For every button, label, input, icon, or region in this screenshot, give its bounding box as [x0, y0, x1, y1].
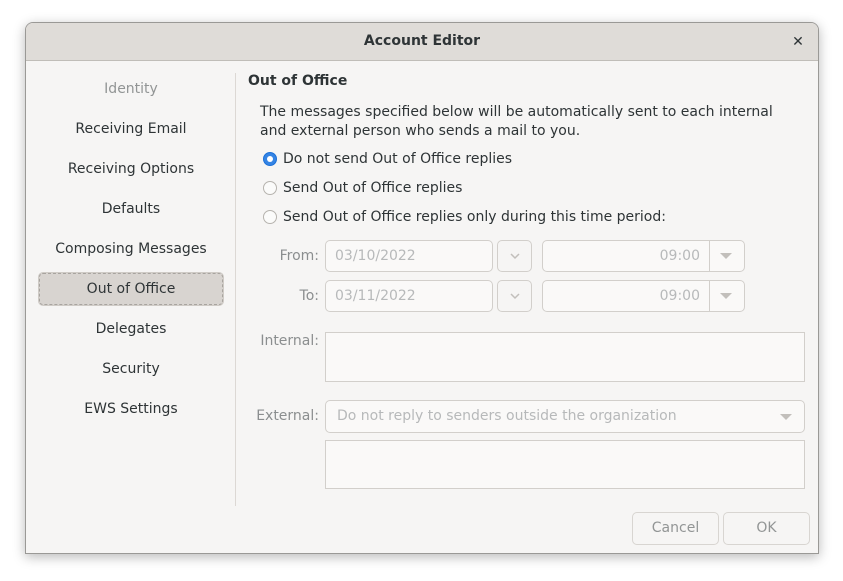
from-label: From: — [279, 248, 319, 264]
account-editor-dialog: Account Editor ✕ Identity Receiving Emai… — [25, 22, 819, 554]
internal-message-textarea[interactable] — [325, 332, 805, 382]
from-time-combo[interactable]: 09:00 — [542, 240, 745, 272]
external-reply-dropdown[interactable]: Do not reply to senders outside the orga… — [325, 400, 805, 433]
radio-label: Send Out of Office replies — [283, 180, 463, 196]
sidebar-item-defaults[interactable]: Defaults — [39, 193, 223, 225]
dropdown-arrow-icon — [720, 253, 732, 259]
cancel-button[interactable]: Cancel — [632, 512, 719, 545]
to-date-dropdown-button[interactable] — [497, 280, 532, 312]
from-date-field[interactable]: 03/10/2022 — [325, 240, 493, 272]
to-label: To: — [299, 288, 319, 304]
sidebar-item-delegates[interactable]: Delegates — [39, 313, 223, 345]
sidebar-item-receiving-options[interactable]: Receiving Options — [39, 153, 223, 185]
radio-do-not-send[interactable]: Do not send Out of Office replies — [263, 149, 512, 169]
to-date-field[interactable]: 03/11/2022 — [325, 280, 493, 312]
radio-label: Send Out of Office replies only during t… — [283, 209, 666, 225]
radio-checked-icon[interactable] — [263, 152, 277, 166]
sidebar-divider — [235, 73, 236, 506]
external-label: External: — [256, 408, 319, 424]
to-time-combo[interactable]: 09:00 — [542, 280, 745, 312]
radio-unchecked-icon[interactable] — [263, 210, 277, 224]
internal-label: Internal: — [260, 333, 319, 349]
sidebar-item-receiving-email[interactable]: Receiving Email — [39, 113, 223, 145]
sidebar-item-identity[interactable]: Identity — [39, 73, 223, 105]
close-button[interactable]: ✕ — [788, 32, 808, 52]
radio-send-replies[interactable]: Send Out of Office replies — [263, 178, 462, 198]
sidebar-item-composing-messages[interactable]: Composing Messages — [39, 233, 223, 265]
from-time-value: 09:00 — [659, 248, 700, 264]
external-reply-selected: Do not reply to senders outside the orga… — [337, 408, 677, 424]
from-date-dropdown-button[interactable] — [497, 240, 532, 272]
ok-button[interactable]: OK — [723, 512, 810, 545]
dropdown-arrow-icon — [720, 293, 732, 299]
description-text: The messages specified below will be aut… — [260, 104, 773, 139]
radio-send-during-period[interactable]: Send Out of Office replies only during t… — [263, 207, 666, 227]
close-icon: ✕ — [792, 34, 804, 50]
external-message-textarea[interactable] — [325, 440, 805, 489]
chevron-down-icon — [509, 253, 520, 260]
section-title: Out of Office — [248, 73, 348, 89]
sidebar-item-security[interactable]: Security — [39, 353, 223, 385]
chevron-down-icon — [509, 293, 520, 300]
radio-unchecked-icon[interactable] — [263, 181, 277, 195]
sidebar-item-out-of-office[interactable]: Out of Office — [39, 273, 223, 305]
to-time-value: 09:00 — [659, 288, 700, 304]
sidebar: Identity Receiving Email Receiving Optio… — [39, 73, 223, 433]
radio-label: Do not send Out of Office replies — [283, 151, 513, 167]
titlebar: Account Editor ✕ — [26, 23, 818, 61]
dropdown-arrow-icon — [780, 414, 792, 420]
window-title: Account Editor — [363, 33, 481, 49]
sidebar-item-ews-settings[interactable]: EWS Settings — [39, 393, 223, 425]
